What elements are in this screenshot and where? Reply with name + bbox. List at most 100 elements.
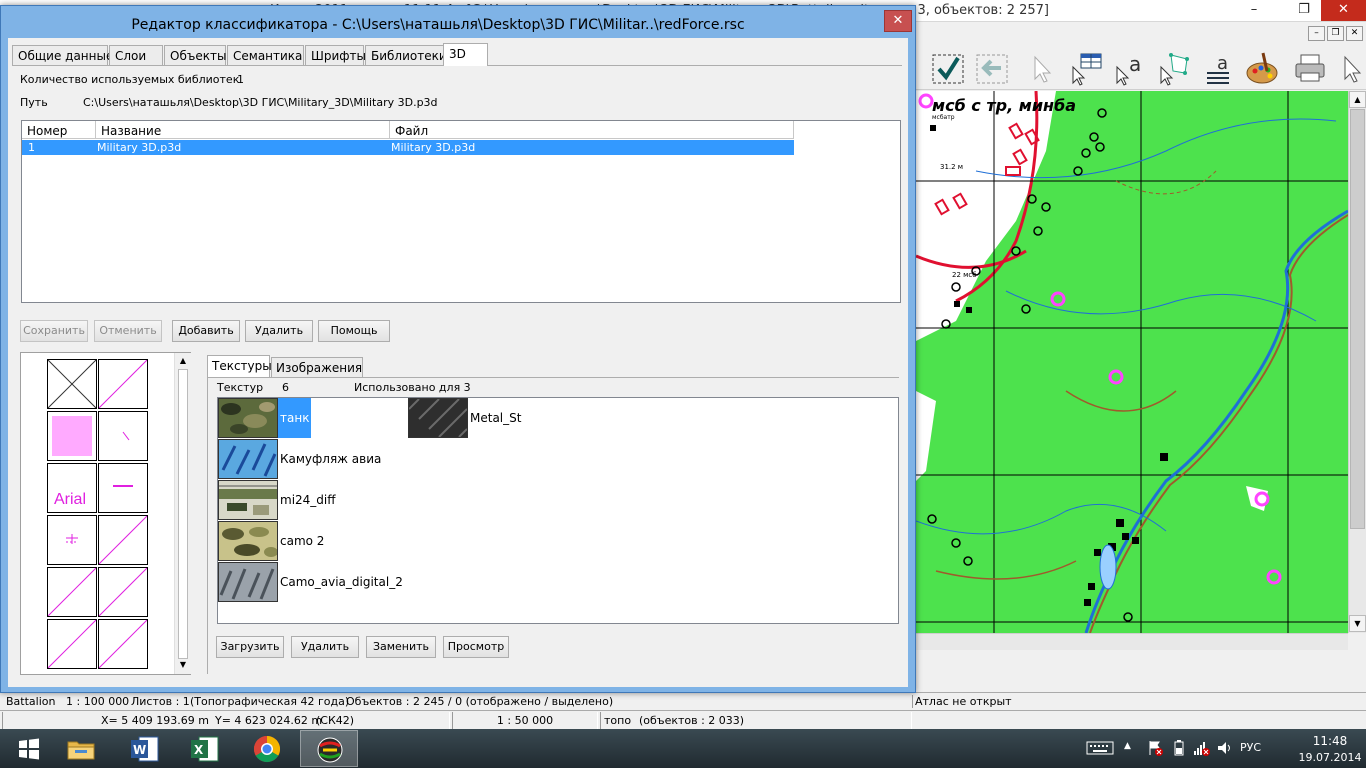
text-select-icon[interactable]: a — [1110, 48, 1148, 86]
delete-button[interactable]: Удалить — [245, 320, 313, 342]
status-layer-objects: (объектов : 2 033) — [639, 714, 745, 727]
minimize-button[interactable]: – — [1238, 0, 1270, 21]
preview-cell[interactable]: Arial — [47, 463, 97, 513]
status-crs: (СК42) — [316, 714, 355, 727]
dialog-close-button[interactable]: ✕ — [884, 10, 912, 32]
gis-map-icon — [317, 737, 343, 763]
map-horizontal-scrollbar[interactable] — [916, 633, 1348, 650]
preview-cell[interactable] — [47, 567, 97, 617]
taskbar-explorer[interactable] — [52, 730, 110, 767]
list-item[interactable]: Metal_St — [408, 398, 538, 438]
help-button[interactable]: Помощь — [318, 320, 390, 342]
list-text-icon[interactable]: a — [1198, 48, 1236, 86]
app-close-button[interactable]: ✕ — [1321, 0, 1366, 21]
taskbar-chrome[interactable] — [238, 730, 296, 767]
tab-layers[interactable]: Слои — [109, 45, 163, 65]
tab-libraries[interactable]: Библиотеки — [365, 45, 447, 65]
preview-cell[interactable] — [98, 567, 148, 617]
preview-cell[interactable] — [98, 515, 148, 565]
replace-texture-button[interactable]: Заменить — [366, 636, 436, 658]
column-name[interactable]: Название — [96, 121, 390, 139]
preview-cell[interactable] — [47, 359, 97, 409]
path-label: Путь — [20, 96, 48, 109]
camo-texture-icon — [218, 398, 278, 438]
dialog-title: Редактор классификатора - C:\Users\наташ… — [131, 17, 745, 33]
tab-objects[interactable]: Объекты — [164, 45, 226, 65]
row-name: Military 3D.p3d — [97, 141, 182, 154]
preview-cell[interactable] — [47, 411, 97, 461]
add-button[interactable]: Добавить — [172, 320, 240, 342]
svg-text:X: X — [194, 743, 204, 757]
scroll-up-icon[interactable]: ▲ — [1349, 91, 1366, 108]
delete-texture-button[interactable]: Удалить — [291, 636, 359, 658]
battery-icon[interactable] — [1170, 739, 1188, 757]
keyboard-icon[interactable] — [1086, 739, 1114, 757]
clock-time[interactable]: 11:48 — [1295, 734, 1365, 748]
preview-cell[interactable] — [47, 515, 97, 565]
list-item[interactable]: camo 2 — [218, 521, 418, 561]
tab-semantics[interactable]: Семантика — [227, 45, 304, 65]
column-number[interactable]: Номер — [22, 121, 96, 139]
tab-images[interactable]: Изображения — [271, 357, 363, 377]
start-button[interactable] — [0, 730, 58, 767]
row-number: 1 — [28, 141, 35, 154]
flag-icon[interactable] — [1146, 739, 1164, 757]
palette-icon[interactable] — [1242, 48, 1280, 86]
desert-camo-texture-icon — [218, 521, 278, 561]
preview-cell[interactable] — [98, 463, 148, 513]
preview-cell[interactable] — [98, 411, 148, 461]
column-file[interactable]: Файл — [390, 121, 794, 139]
preview-scrollbar[interactable]: ▲ ▼ — [174, 353, 191, 674]
taskbar-excel[interactable]: X — [176, 730, 234, 767]
tab-textures[interactable]: Текстуры — [207, 355, 272, 377]
network-icon[interactable] — [1192, 739, 1210, 757]
textures-list[interactable]: танк Metal_St Камуфляж авиа mi24_diff ca… — [217, 397, 899, 624]
pointer-icon[interactable] — [1334, 48, 1366, 86]
cancel-button[interactable]: Отменить — [94, 320, 162, 342]
libraries-table[interactable]: Номер Название Файл 1 Military 3D.p3d Mi… — [21, 120, 901, 303]
polygon-select-icon[interactable] — [1154, 48, 1192, 86]
back-arrow-icon[interactable] — [972, 48, 1010, 86]
load-texture-button[interactable]: Загрузить — [216, 636, 284, 658]
scroll-thumb[interactable] — [178, 369, 188, 659]
map-view[interactable]: мсб с тр, минба 31.2 м 22 мсб мсбатр — [916, 91, 1348, 633]
save-button[interactable]: Сохранить — [20, 320, 88, 342]
mdi-close-button[interactable]: ✕ — [1346, 26, 1363, 41]
list-item[interactable]: Камуфляж авиа — [218, 439, 418, 479]
restore-button[interactable]: ❐ — [1288, 0, 1320, 21]
list-item[interactable]: mi24_diff — [218, 480, 418, 520]
mdi-restore-button[interactable]: ❐ — [1327, 26, 1344, 41]
taskbar-word[interactable]: W — [116, 730, 174, 767]
scroll-down-icon[interactable]: ▼ — [1349, 615, 1366, 632]
symbol-preview-pane[interactable]: Arial ▲ ▼ — [20, 352, 191, 675]
volume-icon[interactable] — [1216, 739, 1234, 757]
scroll-thumb[interactable] — [1350, 109, 1365, 529]
list-item[interactable]: Camo_avia_digital_2 — [218, 562, 458, 602]
tray-expand-icon[interactable]: ▲ — [1124, 741, 1142, 759]
tab-general[interactable]: Общие данные — [12, 45, 113, 65]
list-item[interactable]: танк — [218, 398, 318, 438]
cursor-icon[interactable] — [1022, 48, 1060, 86]
tab-fonts[interactable]: Шрифты — [305, 45, 366, 65]
dialog-titlebar[interactable]: Редактор классификатора - C:\Users\наташ… — [1, 6, 915, 38]
status-bar-main: Battalion 1 : 100 000 Листов : 1 (Топогр… — [0, 692, 1366, 710]
printer-icon[interactable] — [1290, 48, 1328, 86]
input-language[interactable]: РУС — [1240, 741, 1261, 754]
mdi-minimize-button[interactable]: – — [1308, 26, 1325, 41]
scroll-up-icon[interactable]: ▲ — [175, 353, 191, 369]
view-texture-button[interactable]: Просмотр — [443, 636, 509, 658]
preview-cell[interactable] — [98, 359, 148, 409]
preview-cell[interactable] — [98, 619, 148, 669]
status-layer: топо — [604, 714, 632, 727]
taskbar-gis-map[interactable] — [300, 730, 358, 767]
map-place-label: 22 мсб — [952, 271, 977, 279]
check-select-icon[interactable] — [928, 48, 966, 86]
preview-cell[interactable] — [47, 619, 97, 669]
table-select-icon[interactable] — [1066, 48, 1104, 86]
digital-camo-texture-icon — [218, 562, 278, 602]
clock-date[interactable]: 19.07.2014 — [1295, 751, 1365, 764]
map-vertical-scrollbar[interactable]: ▲ ▼ — [1348, 91, 1366, 633]
table-row[interactable]: 1 Military 3D.p3d Military 3D.p3d — [22, 140, 794, 155]
scroll-down-icon[interactable]: ▼ — [175, 657, 191, 673]
tab-3d[interactable]: 3D — [443, 43, 488, 66]
